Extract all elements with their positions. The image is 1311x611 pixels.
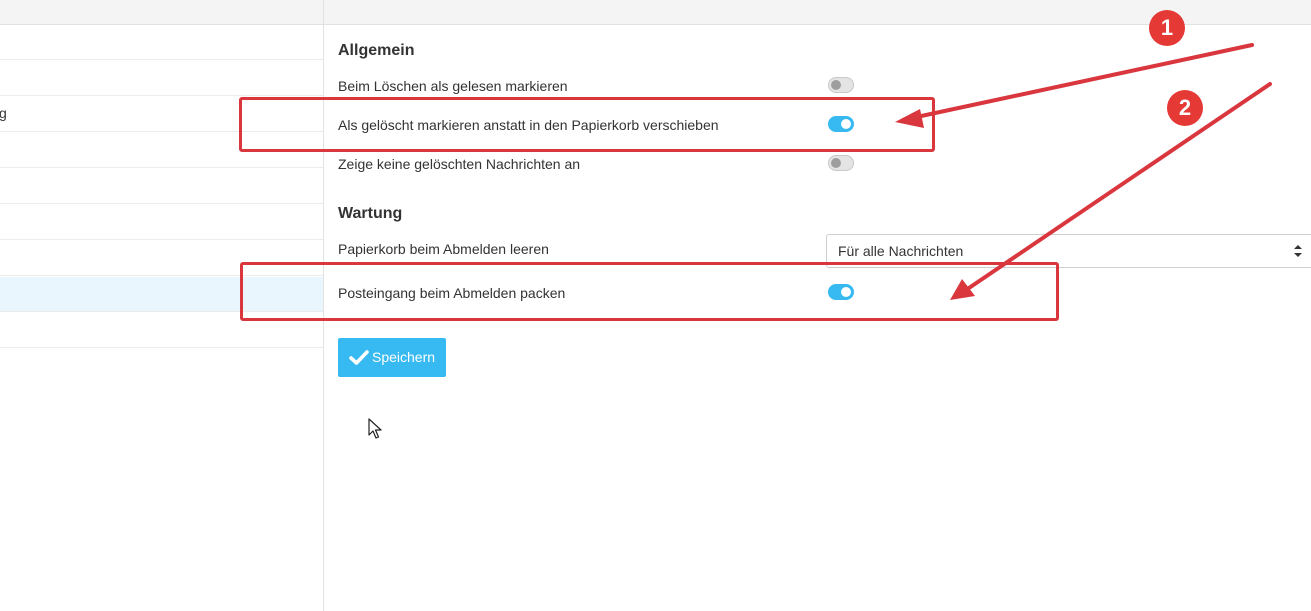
- folder-list-item-label: g: [0, 105, 7, 121]
- setting-label-mark-read-on-delete: Beim Löschen als gelesen markieren: [338, 78, 568, 94]
- setting-label-empty-trash-on-logout: Papierkorb beim Abmelden leeren: [338, 241, 549, 257]
- save-button-label: Speichern: [372, 349, 436, 365]
- toggle-hide-deleted-messages[interactable]: [828, 155, 854, 171]
- toggle-mark-read-on-delete[interactable]: [828, 77, 854, 93]
- setting-label-hide-deleted-messages: Zeige keine gelöschten Nachrichten an: [338, 156, 581, 172]
- empty-trash-select-value: Für alle Nachrichten: [838, 243, 964, 259]
- folder-list-header: [0, 0, 323, 25]
- toggle-knob: [831, 158, 841, 168]
- folder-list-item[interactable]: [0, 205, 323, 240]
- save-button[interactable]: Speichern: [338, 338, 446, 377]
- section-title-general: Allgemein: [338, 42, 415, 59]
- folder-list-item[interactable]: [0, 25, 323, 60]
- annotation-badge-1: 1: [1149, 10, 1185, 46]
- annotation-badge-2: 2: [1167, 90, 1203, 126]
- annotation-highlight-box-1: [239, 97, 935, 152]
- select-updown-icon: [1294, 245, 1302, 257]
- toggle-knob: [831, 80, 841, 90]
- folder-list-item[interactable]: [0, 61, 323, 96]
- mouse-cursor-icon: [368, 418, 382, 439]
- check-icon: [349, 350, 369, 365]
- folder-list-item[interactable]: [0, 169, 323, 204]
- annotation-highlight-box-2: [240, 262, 1059, 321]
- section-title-maintenance: Wartung: [338, 205, 403, 222]
